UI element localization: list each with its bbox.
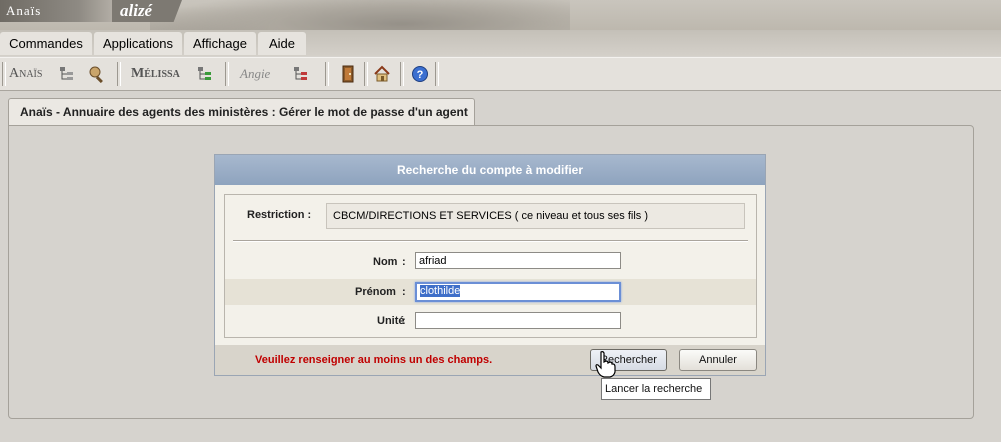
unite-row: Unité : (225, 308, 756, 334)
tree-icon[interactable] (58, 65, 76, 83)
menu-aide[interactable]: Aide (258, 32, 306, 55)
toolbar-separator (325, 62, 329, 86)
dialog-footer: Veuillez renseigner au moins un des cham… (215, 345, 765, 375)
home-icon[interactable] (373, 65, 391, 83)
unite-input[interactable] (415, 312, 621, 329)
toolbar-separator (364, 62, 368, 86)
tab-password-management[interactable]: Anaïs - Annuaire des agents des ministèr… (8, 98, 475, 126)
anais-logo: Anaïs (0, 0, 112, 22)
prenom-label: Prénom (355, 286, 396, 298)
search-tooltip: Lancer la recherche (601, 378, 711, 400)
warning-message: Veuillez renseigner au moins un des cham… (255, 354, 493, 366)
search-account-dialog: Recherche du compte à modifier Restricti… (214, 154, 766, 376)
melissa-app-button[interactable]: Mélissa (131, 64, 180, 84)
nom-input[interactable] (415, 252, 621, 269)
unite-colon: : (402, 315, 406, 327)
menu-bar: Commandes Applications Affichage Aide (0, 30, 1001, 56)
help-icon[interactable]: ? (411, 65, 429, 83)
divider (233, 240, 748, 242)
anais-app-button[interactable]: Anaïs (9, 64, 42, 84)
unite-label: Unité (377, 315, 405, 327)
prenom-input[interactable]: clothilde (415, 282, 621, 302)
app-banner: Anaïs alizé (0, 0, 1001, 30)
nom-colon: : (402, 256, 406, 268)
nom-label: Nom (373, 256, 398, 268)
prenom-colon: : (402, 286, 406, 298)
tree-icon[interactable] (292, 65, 310, 83)
menu-commandes[interactable]: Commandes (0, 32, 92, 55)
prenom-selected-text: clothilde (420, 285, 461, 297)
svg-text:?: ? (417, 69, 424, 81)
toolbar: Anaïs Mélissa Angie ? (0, 57, 1001, 91)
menu-affichage[interactable]: Affichage (184, 32, 256, 55)
menu-applications[interactable]: Applications (94, 32, 182, 55)
angie-app-button[interactable]: Angie (240, 64, 270, 84)
cancel-button[interactable]: Annuler (679, 349, 757, 371)
banner-decoration (150, 0, 570, 30)
hand-cursor-icon (595, 351, 616, 378)
alize-logo: alizé (112, 0, 182, 22)
tree-icon[interactable] (196, 65, 214, 83)
search-form: Restriction : CBCM/DIRECTIONS ET SERVICE… (224, 194, 757, 338)
toolbar-separator (435, 62, 439, 86)
toolbar-separator (225, 62, 229, 86)
prenom-row: Prénom : clothilde (225, 279, 756, 305)
toolbar-separator (2, 62, 6, 86)
search-icon[interactable] (88, 65, 106, 83)
nom-row: Nom : (225, 249, 756, 275)
restriction-label: Restriction : (247, 209, 312, 221)
toolbar-separator (117, 62, 121, 86)
toolbar-separator (400, 62, 404, 86)
dialog-title: Recherche du compte à modifier (215, 155, 765, 185)
restriction-value: CBCM/DIRECTIONS ET SERVICES ( ce niveau … (326, 203, 745, 229)
exit-door-icon[interactable] (339, 65, 357, 83)
